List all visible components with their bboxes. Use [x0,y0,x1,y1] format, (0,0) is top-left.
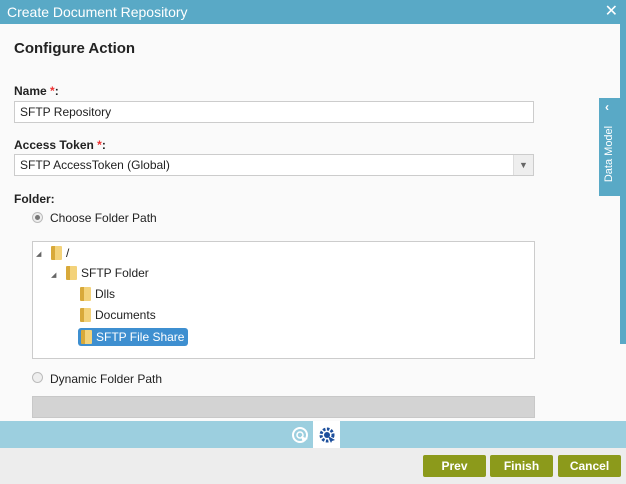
tree-node-root[interactable]: / [51,244,69,262]
panel-edge [620,24,626,344]
folder-icon [80,308,91,322]
dialog-title-bar: Create Document Repository ✕ [0,0,626,24]
folder-label: Folder: [14,192,55,206]
tree-node-sftp-file-share[interactable]: SFTP File Share [78,328,189,346]
tree-node-documents[interactable]: Documents [80,306,156,324]
folder-icon [51,246,62,260]
choose-folder-path-label: Choose Folder Path [50,211,157,225]
dialog-footer: Prev Finish Cancel [0,448,626,484]
folder-icon [66,266,77,280]
cancel-button[interactable]: Cancel [558,455,621,477]
bottom-toolbar [0,421,626,448]
close-icon[interactable]: ✕ [605,0,618,24]
name-input[interactable]: SFTP Repository [14,101,534,123]
dropdown-arrow-icon[interactable]: ▼ [513,155,533,175]
finish-button[interactable]: Finish [490,455,553,477]
expand-icon[interactable]: ◢ [36,250,41,258]
folder-icon [80,287,91,301]
expand-icon[interactable]: ◢ [51,271,56,279]
gear-icon[interactable] [313,421,340,448]
target-icon[interactable] [286,421,313,448]
tree-node-dlls[interactable]: Dlls [80,285,115,303]
data-model-tab[interactable]: ‹ Data Model [599,98,620,196]
tree-node-sftp-folder[interactable]: SFTP Folder [66,264,149,282]
page-title: Configure Action [14,40,136,57]
dialog-title: Create Document Repository [7,4,188,20]
choose-folder-path-radio[interactable] [32,212,43,223]
chevron-left-icon: ‹ [605,100,609,114]
dynamic-folder-path-radio[interactable] [32,372,43,383]
dynamic-folder-path-input[interactable] [32,396,535,418]
dynamic-folder-path-label: Dynamic Folder Path [50,372,163,386]
access-token-value: SFTP AccessToken (Global) [20,158,170,172]
access-token-select[interactable]: SFTP AccessToken (Global) ▼ [14,154,534,176]
name-label: Name *: [14,84,59,98]
access-token-label: Access Token *: [14,138,106,152]
prev-button[interactable]: Prev [423,455,486,477]
folder-icon [81,330,92,344]
folder-tree: ◢ / ◢ SFTP Folder Dlls Documents SFTP Fi… [32,241,535,359]
